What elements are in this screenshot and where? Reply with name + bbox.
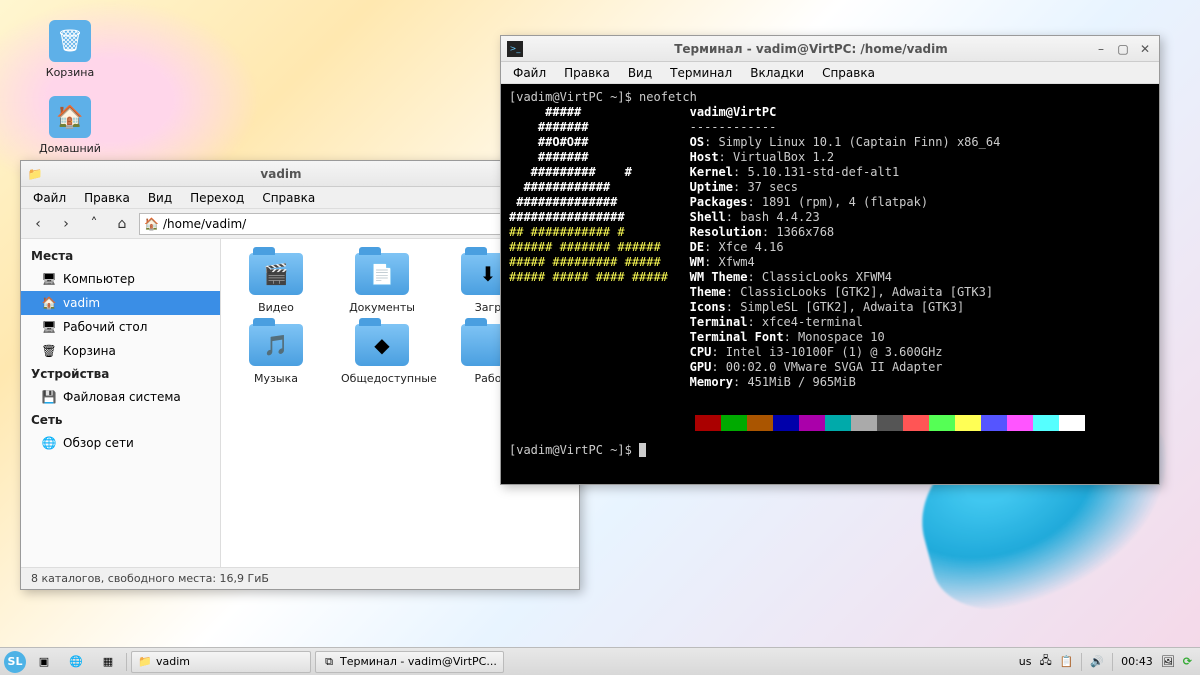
folder-icon: 📁 [27, 166, 43, 182]
menu-правка[interactable]: Правка [76, 189, 138, 207]
clock[interactable]: 00:43 [1121, 655, 1153, 668]
sidebar-item-filesystem[interactable]: 💾 Файловая система [21, 385, 220, 409]
sidebar-header: Сеть [21, 409, 220, 431]
clipboard-icon[interactable]: 📋 [1060, 655, 1074, 668]
menu-вид[interactable]: Вид [620, 64, 660, 82]
menu-справка[interactable]: Справка [254, 189, 323, 207]
network-icon[interactable]: 🖧 [1039, 652, 1051, 671]
desktop-icon-trash[interactable]: 🗑Корзина [30, 20, 110, 79]
sidebar-item-label: Компьютер [63, 272, 135, 286]
task-label: Терминал - vadim@VirtPC... [340, 655, 497, 668]
sidebar-item-label: Рабочий стол [63, 320, 147, 334]
sidebar-header: Устройства [21, 363, 220, 385]
maximize-button[interactable]: ▢ [1115, 41, 1131, 57]
filesystem-icon: 💾 [41, 389, 57, 405]
sidebar-item-desktop[interactable]: 🖥 Рабочий стол [21, 315, 220, 339]
menu-переход[interactable]: Переход [182, 189, 252, 207]
terminal-icon: >_ [507, 41, 523, 57]
term-task[interactable]: ⧉Терминал - vadim@VirtPC... [315, 651, 504, 673]
task-label: vadim [156, 655, 190, 668]
menu-справка[interactable]: Справка [814, 64, 883, 82]
folder-label: Видео [235, 301, 317, 314]
taskbar: SL ▣ 🌐 ▦ 📁vadim⧉Терминал - vadim@VirtPC.… [0, 647, 1200, 675]
desktop-icon-home[interactable]: 🏠Домашний [30, 96, 110, 155]
statusbar: 8 каталогов, свободного места: 16,9 ГиБ [21, 567, 579, 589]
folder-label: Документы [341, 301, 423, 314]
folder-music[interactable]: 🎵Музыка [235, 324, 317, 385]
term-title: Терминал - vadim@VirtPC: /home/vadim [529, 42, 1093, 56]
menu-файл[interactable]: Файл [505, 64, 554, 82]
terminal-output[interactable]: [vadim@VirtPC ~]$ neofetch ##### vadim@V… [501, 84, 1159, 484]
menu-вид[interactable]: Вид [140, 189, 180, 207]
vadim-icon: 🏠 [41, 295, 57, 311]
minimize-button[interactable]: – [1093, 41, 1109, 57]
menu-файл[interactable]: Файл [25, 189, 74, 207]
sidebar-item-label: Файловая система [63, 390, 181, 404]
network-icon: 🌐 [41, 435, 57, 451]
home-button[interactable]: ⌂ [111, 213, 133, 235]
show-desktop-button[interactable]: ▣ [30, 651, 58, 673]
trash-icon: 🗑 [41, 343, 57, 359]
folder-label: Музыка [235, 372, 317, 385]
path-text: /home/vadim/ [163, 217, 246, 231]
sidebar-item-label: Обзор сети [63, 436, 134, 450]
close-button[interactable]: ✕ [1137, 41, 1153, 57]
menu-вкладки[interactable]: Вкладки [742, 64, 812, 82]
menu-терминал[interactable]: Терминал [662, 64, 740, 82]
browser-launcher[interactable]: 🌐 [62, 651, 90, 673]
sidebar-item-trash[interactable]: 🗑 Корзина [21, 339, 220, 363]
start-button[interactable]: SL [4, 651, 26, 673]
keyboard-layout[interactable]: us [1019, 655, 1032, 668]
sidebar-item-network[interactable]: 🌐 Обзор сети [21, 431, 220, 455]
folder-public[interactable]: ◆Общедоступные [341, 324, 423, 385]
sidebar-item-computer[interactable]: 🖥 Компьютер [21, 267, 220, 291]
folder-documents[interactable]: 📄Документы [341, 253, 423, 314]
sidebar-item-label: Корзина [63, 344, 116, 358]
fm-task[interactable]: 📁vadim [131, 651, 311, 673]
workspace-switcher[interactable]: ▦ [94, 651, 122, 673]
forward-button[interactable]: › [55, 213, 77, 235]
sidebar-item-label: vadim [63, 296, 100, 310]
folder-videos[interactable]: 🎬Видео [235, 253, 317, 314]
sidebar-item-vadim[interactable]: 🏠 vadim [21, 291, 220, 315]
back-button[interactable]: ‹ [27, 213, 49, 235]
volume-icon[interactable]: 🔊 [1090, 655, 1104, 668]
computer-icon: 🖥 [41, 271, 57, 287]
sidebar-header: Места [21, 245, 220, 267]
fm-title: vadim [49, 167, 513, 181]
menu-правка[interactable]: Правка [556, 64, 618, 82]
up-button[interactable]: ˄ [83, 213, 105, 235]
desktop-icon: 🖥 [41, 319, 57, 335]
folder-label: Общедоступные [341, 372, 423, 385]
logout-icon[interactable]: ⟳ [1183, 655, 1192, 668]
tray-app-icon[interactable]: 🖼 [1161, 655, 1175, 668]
home-icon: 🏠 [144, 217, 159, 231]
